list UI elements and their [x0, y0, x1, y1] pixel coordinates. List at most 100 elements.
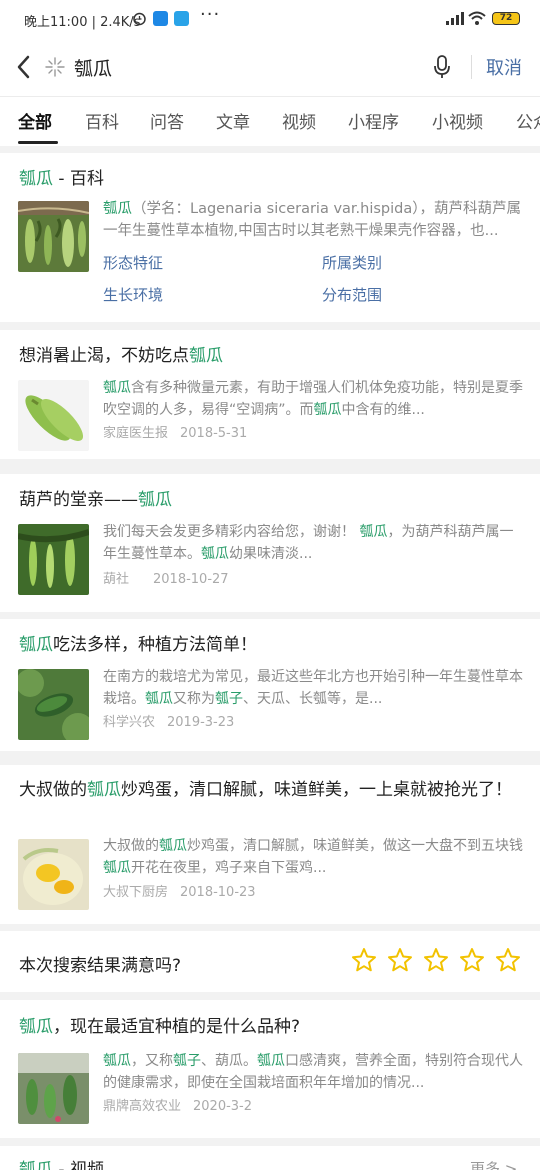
- text-segment: 葫芦的堂亲——: [19, 490, 138, 510]
- more-notifications-icon: ···: [200, 4, 221, 25]
- baike-link-habitat[interactable]: 生长环境: [103, 284, 163, 305]
- text-segment: 炒鸡蛋，清口解腻，味道鲜美，做这一大盘不到五块钱: [187, 838, 523, 854]
- tab-articles[interactable]: 文章: [216, 108, 250, 133]
- battery-indicator: 72: [492, 12, 520, 25]
- baike-thumbnail: [18, 201, 89, 272]
- tab-qa[interactable]: 问答: [150, 108, 184, 133]
- result-meta: 大叔下厨房 2018-10-23: [103, 881, 256, 900]
- tab-all[interactable]: 全部: [18, 108, 52, 133]
- result-meta: 葫社 2018-10-27: [103, 568, 229, 587]
- result-source: 大叔下厨房: [103, 885, 169, 900]
- survey-question: 本次搜索结果满意吗?: [19, 956, 182, 976]
- highlighted-keyword: 瓠瓜: [159, 838, 187, 854]
- result-source: 鼎牌高效农业: [103, 1099, 182, 1114]
- result-snippet: 我们每天会发更多精彩内容给您，谢谢！ 瓠瓜，为葫芦科葫芦属一年生蔓性草本。瓠瓜幼…: [103, 521, 523, 565]
- cancel-button[interactable]: 取消: [486, 54, 522, 80]
- tab-mini-programs[interactable]: 小程序: [348, 108, 399, 133]
- result-snippet: 瓠瓜，又称瓠子、葫瓜。瓠瓜口感清爽，营养全面，特别符合现代人的健康需求，即使在全…: [103, 1050, 523, 1094]
- alarm-icon: [132, 11, 147, 26]
- highlighted-keyword: 瓠瓜: [359, 524, 388, 540]
- text-segment: ，现在最适宜种植的是什么品种?: [53, 1017, 301, 1037]
- baike-link-category[interactable]: 所属类别: [322, 252, 382, 273]
- result-date: 2018-10-23: [180, 885, 256, 900]
- result-thumbnail: [18, 1053, 89, 1124]
- result-source: 葫社: [103, 572, 130, 587]
- highlighted-keyword: 瓠瓜: [103, 1053, 131, 1069]
- status-bar: 晚上11:00 | 2.4K/s ··· 72: [0, 0, 540, 38]
- video-more-link[interactable]: 更多 >: [470, 1158, 517, 1170]
- result-snippet: 大叔做的瓠瓜炒鸡蛋，清口解腻，味道鲜美，做这一大盘不到五块钱瓠瓜开花在夜里，鸡子…: [103, 835, 523, 879]
- result-card[interactable]: 瓠瓜，现在最适宜种植的是什么品种? 瓠瓜，又称瓠子、葫瓜。瓠瓜口感清爽，营养全面…: [0, 1000, 540, 1138]
- highlighted-keyword: 瓠瓜: [19, 1017, 53, 1037]
- text-segment: 炒鸡蛋，清口解腻，味道鲜美，一上桌就被抢光了！: [121, 780, 512, 800]
- result-card[interactable]: 瓠瓜吃法多样，种植方法简单！ 在南方的栽培尤为常见，最近这些年北方也开始引种一年…: [0, 619, 540, 751]
- result-card[interactable]: 葫芦的堂亲——瓠瓜 我们每天会发更多精彩内容给您，谢谢！ 瓠瓜，为葫芦科葫芦属一…: [0, 474, 540, 612]
- text-segment: 开花在夜里，鸡子来自下蛋鸡...: [131, 860, 327, 876]
- result-card[interactable]: 大叔做的瓠瓜炒鸡蛋，清口解腻，味道鲜美，一上桌就被抢光了！ 大叔做的瓠瓜炒鸡蛋，…: [0, 765, 540, 924]
- tab-video[interactable]: 视频: [282, 108, 316, 133]
- search-header: 瓠瓜 取消: [0, 38, 540, 96]
- highlighted-keyword: 瓠瓜: [103, 380, 131, 396]
- result-title[interactable]: 大叔做的瓠瓜炒鸡蛋，清口解腻，味道鲜美，一上桌就被抢光了！: [19, 778, 524, 803]
- result-title[interactable]: 瓠瓜，现在最适宜种植的是什么品种?: [19, 1015, 524, 1040]
- highlighted-keyword: 瓠瓜: [145, 691, 173, 707]
- highlighted-keyword: 瓠子: [173, 1053, 201, 1069]
- category-tabs: 全部 百科 问答 文章 视频 小程序 小视频 公众: [0, 96, 540, 146]
- baike-link-distribution[interactable]: 分布范围: [322, 284, 382, 305]
- highlighted-keyword: 瓠瓜: [19, 635, 53, 655]
- highlighted-keyword: 瓠瓜: [257, 1053, 285, 1069]
- wifi-icon: [468, 11, 486, 25]
- text-segment: 吃法多样，种植方法简单！: [53, 635, 257, 655]
- result-thumbnail: [18, 380, 89, 451]
- text-segment: 、葫瓜。: [201, 1053, 257, 1069]
- baike-snippet: 瓠瓜（学名：Lagenaria siceraria var.hispida），葫…: [103, 201, 522, 239]
- text-segment: 大叔做的: [19, 780, 87, 800]
- highlighted-keyword: 瓠瓜: [201, 546, 229, 562]
- divider: [471, 55, 472, 79]
- tab-official-accounts[interactable]: 公众: [516, 108, 540, 133]
- sparkle-icon: [45, 57, 65, 77]
- result-thumbnail: [18, 839, 89, 910]
- microphone-icon[interactable]: [432, 54, 452, 80]
- result-title[interactable]: 想消暑止渴，不妨吃点瓠瓜: [19, 344, 524, 369]
- text-segment: 又称为: [173, 691, 215, 707]
- text-segment: 、天瓜、长瓠等，是...: [243, 691, 383, 707]
- text-segment: ，又称: [131, 1053, 173, 1069]
- star-icon[interactable]: [387, 947, 413, 973]
- result-card[interactable]: 想消暑止渴，不妨吃点瓠瓜 瓠瓜含有多种微量元素，有助于增强人们机体免疫功能，特别…: [0, 330, 540, 459]
- tab-baike[interactable]: 百科: [85, 108, 119, 133]
- result-date: 2020-3-2: [193, 1099, 253, 1114]
- back-arrow-icon[interactable]: [14, 54, 34, 80]
- result-thumbnail: [18, 669, 89, 740]
- star-icon[interactable]: [351, 947, 377, 973]
- tab-short-video[interactable]: 小视频: [432, 108, 483, 133]
- active-tab-indicator: [18, 141, 58, 144]
- star-icon[interactable]: [495, 947, 521, 973]
- baike-link-morphology[interactable]: 形态特征: [103, 252, 163, 273]
- star-icon[interactable]: [423, 947, 449, 973]
- text-segment: 想消暑止渴，不妨吃点: [19, 346, 189, 366]
- app-notification-icon-2: [174, 11, 189, 26]
- baike-title[interactable]: 瓠瓜 - 百科: [19, 167, 524, 192]
- result-title[interactable]: 葫芦的堂亲——瓠瓜: [19, 488, 524, 513]
- search-input[interactable]: 瓠瓜: [74, 54, 112, 81]
- video-section-card[interactable]: 瓠瓜 - 视频 更多 >: [0, 1146, 540, 1170]
- result-title[interactable]: 瓠瓜吃法多样，种植方法简单！: [19, 633, 524, 658]
- star-icon[interactable]: [459, 947, 485, 973]
- baike-card[interactable]: 瓠瓜 - 百科 瓠瓜（学名：Lagenaria siceraria var.hi…: [0, 153, 540, 322]
- text-segment: 中含有的维...: [341, 402, 425, 418]
- result-date: 2019-3-23: [167, 715, 235, 730]
- text-segment: 我们每天会发更多精彩内容给您，谢谢！: [103, 524, 360, 540]
- status-time: 晚上11:00 | 2.4K/s: [24, 15, 141, 30]
- result-snippet: 在南方的栽培尤为常见，最近这些年北方也开始引种一年生蔓性草本栽培。瓠瓜又称为瓠子…: [103, 666, 523, 710]
- highlighted-keyword: 瓠瓜: [103, 860, 131, 876]
- signal-icon: [446, 12, 464, 25]
- video-section-title[interactable]: 瓠瓜 - 视频: [19, 1158, 524, 1170]
- result-source: 家庭医生报: [103, 426, 169, 441]
- highlighted-keyword: 瓠瓜: [189, 346, 223, 366]
- highlighted-keyword: 瓠瓜: [87, 780, 121, 800]
- text-segment: 大叔做的: [103, 838, 159, 854]
- result-source: 科学兴农: [103, 715, 156, 730]
- highlighted-keyword: 瓠子: [215, 691, 243, 707]
- result-meta: 鼎牌高效农业 2020-3-2: [103, 1095, 252, 1114]
